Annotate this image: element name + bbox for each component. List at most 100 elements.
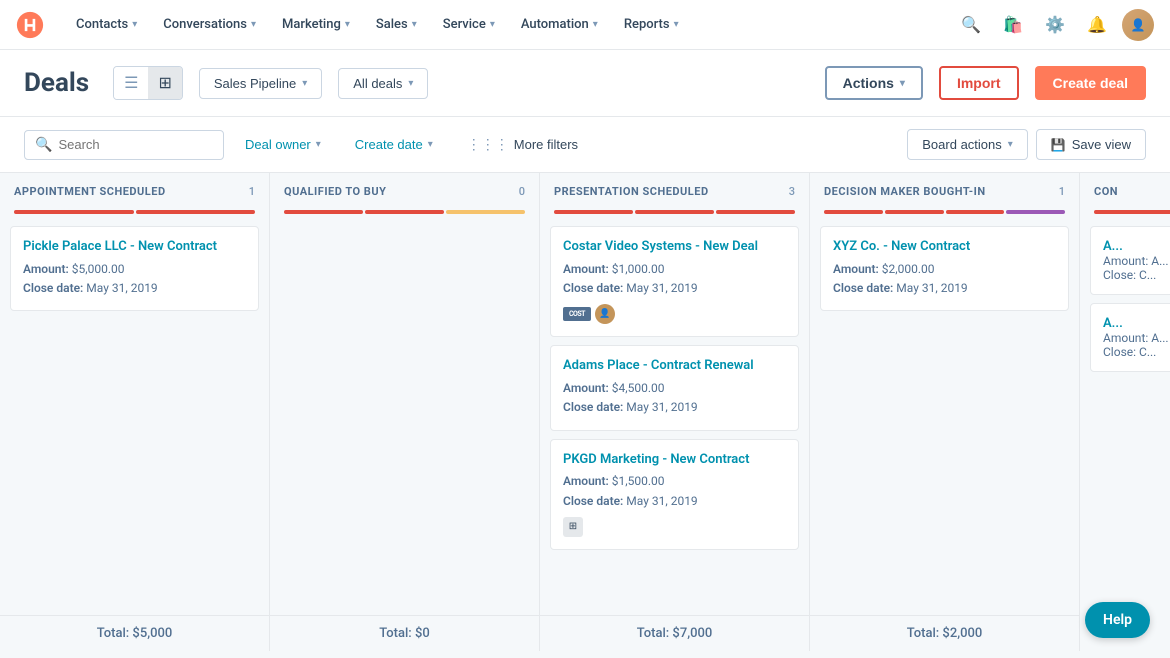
column-cards: Pickle Palace LLC - New Contract Amount: … [0, 222, 269, 615]
top-navigation: Contacts ▾ Conversations ▾ Marketing ▾ S… [0, 0, 1170, 50]
chevron-down-icon: ▾ [345, 19, 350, 30]
board-column-decision-maker-bought-in: DECISION MAKER BOUGHT-IN 1 XYZ Co. - New C… [810, 173, 1080, 651]
deal-avatar-logo: COST [563, 307, 591, 321]
deal-card[interactable]: A...Amount: A...Close: C... [1090, 226, 1170, 295]
create-date-filter[interactable]: Create date ▾ [342, 130, 446, 159]
notifications-icon[interactable]: 🔔 [1080, 8, 1114, 42]
nav-automation[interactable]: Automation ▾ [509, 0, 610, 50]
more-filters-button[interactable]: ⋮⋮⋮ More filters [454, 129, 591, 160]
column-cards: Costar Video Systems - New Deal Amount: $… [540, 222, 809, 615]
deal-card[interactable]: Pickle Palace LLC - New Contract Amount: … [10, 226, 259, 311]
nav-contacts[interactable]: Contacts ▾ [64, 0, 149, 50]
deal-amount: Amount: $1,000.00 [563, 260, 786, 279]
deal-card[interactable]: PKGD Marketing - New Contract Amount: $1,… [550, 439, 799, 550]
column-header: APPOINTMENT SCHEDULED1 [0, 173, 269, 206]
deal-close-date: Close: C... [1103, 345, 1170, 359]
deal-card[interactable]: Costar Video Systems - New Deal Amount: $… [550, 226, 799, 337]
deal-title: PKGD Marketing - New Contract [563, 452, 786, 469]
create-deal-button[interactable]: Create deal [1035, 66, 1146, 100]
chevron-down-icon: ▾ [900, 78, 905, 89]
board-column-qualified-to-buy: QUALIFIED TO BUY0 Total: $0 [270, 173, 540, 651]
nav-service[interactable]: Service ▾ [431, 0, 507, 50]
column-progress-bars [1080, 206, 1170, 222]
settings-icon[interactable]: ⚙️ [1038, 8, 1072, 42]
pipeline-selector[interactable]: Sales Pipeline ▾ [199, 68, 322, 99]
deal-title: XYZ Co. - New Contract [833, 239, 1056, 256]
page-header: Deals ☰ ⊞ Sales Pipeline ▾ All deals ▾ A… [0, 50, 1170, 117]
deal-avatar: 👤 [595, 304, 615, 324]
help-button[interactable]: Help [1085, 602, 1150, 638]
board-column-appointment-scheduled: APPOINTMENT SCHEDULED1 Pickle Palace LLC … [0, 173, 270, 651]
deal-owner-filter[interactable]: Deal owner ▾ [232, 130, 334, 159]
deal-card[interactable]: Adams Place - Contract RenewalAmount: $4… [550, 345, 799, 430]
board-actions-button[interactable]: Board actions ▾ [907, 129, 1028, 160]
column-count: 1 [1059, 185, 1065, 198]
column-header: QUALIFIED TO BUY0 [270, 173, 539, 206]
all-deals-selector[interactable]: All deals ▾ [338, 68, 428, 99]
nav-reports[interactable]: Reports ▾ [612, 0, 691, 50]
board-view-button[interactable]: ⊞ [148, 67, 181, 99]
search-box[interactable]: 🔍 [24, 130, 224, 160]
column-count: 3 [789, 185, 795, 198]
progress-bar [14, 210, 134, 214]
chevron-down-icon: ▾ [428, 139, 433, 150]
deal-close-date: Close date: May 31, 2019 [563, 492, 786, 511]
board-column-partial-col: CONA...Amount: A...Close: C...A...Amount… [1080, 173, 1170, 651]
chevron-down-icon: ▾ [490, 19, 495, 30]
actions-button[interactable]: Actions ▾ [825, 66, 923, 100]
nav-icons: 🔍 🛍️ ⚙️ 🔔 👤 [954, 8, 1154, 42]
search-icon[interactable]: 🔍 [954, 8, 988, 42]
deal-icon: ⊞ [563, 517, 583, 537]
column-total: Total: $5,000 [0, 615, 269, 651]
chevron-down-icon: ▾ [412, 19, 417, 30]
column-title: APPOINTMENT SCHEDULED [14, 185, 243, 198]
progress-bar [885, 210, 944, 214]
deal-amount: Amount: A... [1103, 331, 1170, 345]
deal-card[interactable]: A...Amount: A...Close: C... [1090, 303, 1170, 372]
column-cards: A...Amount: A...Close: C...A...Amount: A… [1080, 222, 1170, 651]
board-column-presentation-scheduled: PRESENTATION SCHEDULED 3 Costar Video Syst… [540, 173, 810, 651]
column-header: DECISION MAKER BOUGHT-IN 1 [810, 173, 1079, 206]
save-view-button[interactable]: 💾 Save view [1036, 129, 1146, 160]
deal-avatars: COST 👤 [563, 304, 786, 324]
deal-close-date: Close date: May 31, 2019 [23, 279, 246, 298]
progress-bar [635, 210, 714, 214]
progress-bar [554, 210, 633, 214]
search-icon: 🔍 [35, 137, 52, 153]
deal-amount: Amount: $5,000.00 [23, 260, 246, 279]
nav-marketing[interactable]: Marketing ▾ [270, 0, 362, 50]
column-count: 0 [519, 185, 525, 198]
deal-title: A... [1103, 239, 1170, 254]
progress-bar [446, 210, 525, 214]
column-title: PRESENTATION SCHEDULED [554, 185, 783, 198]
progress-bar [284, 210, 363, 214]
column-total: Total: $0 [270, 615, 539, 651]
nav-items: Contacts ▾ Conversations ▾ Marketing ▾ S… [64, 0, 954, 50]
chevron-down-icon: ▾ [1008, 139, 1013, 150]
deal-close-date: Close: C... [1103, 268, 1170, 282]
search-input[interactable] [58, 137, 213, 152]
column-total: Total: $7,000 [540, 615, 809, 651]
progress-bar [1006, 210, 1065, 214]
deal-card[interactable]: XYZ Co. - New ContractAmount: $2,000.00C… [820, 226, 1069, 311]
chevron-down-icon: ▾ [316, 139, 321, 150]
marketplace-icon[interactable]: 🛍️ [996, 8, 1030, 42]
column-progress-bars [540, 206, 809, 222]
chevron-down-icon: ▾ [132, 19, 137, 30]
deal-close-date: Close date: May 31, 2019 [563, 279, 786, 298]
import-button[interactable]: Import [939, 66, 1019, 100]
nav-conversations[interactable]: Conversations ▾ [151, 0, 268, 50]
deal-amount: Amount: $1,500.00 [563, 472, 786, 491]
avatar[interactable]: 👤 [1122, 9, 1154, 41]
deal-title: Costar Video Systems - New Deal [563, 239, 786, 256]
nav-sales[interactable]: Sales ▾ [364, 0, 429, 50]
deal-close-date: Close date: May 31, 2019 [563, 398, 786, 417]
deal-avatars: ⊞ [563, 517, 786, 537]
list-view-button[interactable]: ☰ [114, 67, 148, 99]
column-header: PRESENTATION SCHEDULED 3 [540, 173, 809, 206]
column-cards: XYZ Co. - New ContractAmount: $2,000.00C… [810, 222, 1079, 615]
column-title: DECISION MAKER BOUGHT-IN [824, 185, 1053, 198]
deal-amount: Amount: $4,500.00 [563, 379, 786, 398]
hubspot-logo[interactable] [16, 11, 44, 39]
deal-title: Pickle Palace LLC - New Contract [23, 239, 246, 256]
